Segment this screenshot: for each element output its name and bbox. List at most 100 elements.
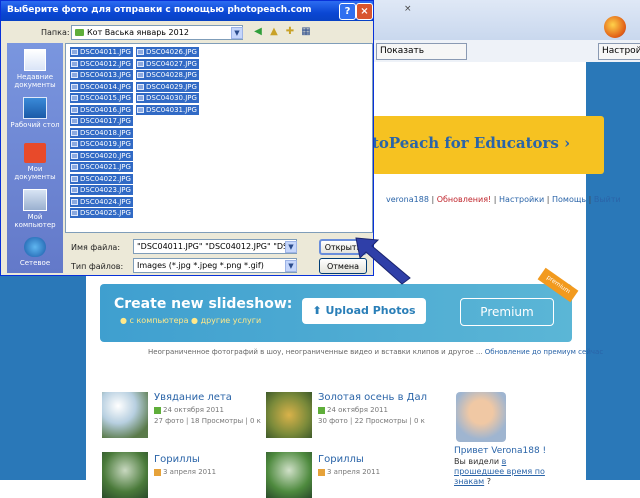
- from-computer-link[interactable]: с компьютера: [130, 316, 189, 325]
- file-item[interactable]: DSC04016.JPG: [70, 104, 133, 115]
- file-name: DSC04027.JPG: [146, 59, 197, 68]
- file-item[interactable]: DSC04011.JPG: [70, 47, 133, 57]
- file-name: DSC04021.JPG: [80, 163, 131, 171]
- bullet-icon: ●: [120, 316, 130, 325]
- file-name: DSC04016.JPG: [80, 105, 131, 114]
- file-list[interactable]: DSC04011.JPG DSC04012.JPG DSC04013.JPG DSC0…: [65, 43, 373, 233]
- album-title[interactable]: Гориллы: [318, 454, 364, 465]
- image-file-icon: [137, 72, 144, 78]
- avatar[interactable]: [456, 392, 506, 442]
- album-thumbnail[interactable]: [266, 392, 312, 438]
- album-thumbnail[interactable]: [266, 452, 312, 498]
- filetype-select[interactable]: Images (*.jpg *.jpeg *.png *.gif): [133, 258, 297, 273]
- upgrade-premium-link[interactable]: Обновление до премиум сейчас: [485, 348, 603, 356]
- album-title[interactable]: Гориллы: [154, 454, 200, 465]
- logout-link[interactable]: Выйти: [594, 195, 621, 204]
- help-button[interactable]: ?: [339, 3, 356, 20]
- image-file-icon: [71, 118, 78, 124]
- image-file-icon: [137, 60, 144, 67]
- back-icon[interactable]: ◀: [251, 25, 265, 39]
- create-slideshow-title: Create new slideshow:: [114, 296, 293, 312]
- close-button[interactable]: ×: [356, 3, 373, 20]
- album-title[interactable]: Увядание лета: [154, 392, 232, 403]
- place-recent[interactable]: Недавние документы: [7, 49, 63, 89]
- file-item[interactable]: DSC04022.JPG: [70, 173, 133, 184]
- place-network[interactable]: Сетевое: [7, 237, 63, 267]
- file-item[interactable]: DSC04015.JPG: [70, 93, 133, 103]
- help-link[interactable]: Помощь: [552, 195, 586, 204]
- image-file-icon: [137, 49, 144, 55]
- file-name: DSC04028.JPG: [146, 71, 197, 79]
- places-bar: Недавние документы Рабочий стол Мои доку…: [7, 43, 63, 273]
- chevron-down-icon[interactable]: ▼: [231, 27, 243, 39]
- place-label: Недавние документы: [14, 73, 56, 89]
- show-original-button[interactable]: Показать оригинал: [376, 43, 467, 71]
- filename-input[interactable]: "DSC04011.JPG" "DSC04012.JPG" "DSC04: [133, 239, 297, 254]
- new-folder-icon[interactable]: ✚: [283, 25, 297, 39]
- album-icon: [318, 468, 325, 476]
- my-computer-icon: [23, 189, 47, 211]
- profile-message: Вы видели в прошедшее время по знакам ?: [454, 457, 558, 487]
- chevron-down-icon[interactable]: ▼: [285, 241, 297, 253]
- place-my-documents[interactable]: Мои документы: [7, 143, 63, 181]
- translate-settings-button[interactable]: Настройки: [598, 43, 640, 60]
- other-services-link[interactable]: другие услуги: [201, 316, 262, 325]
- settings-link[interactable]: Настройки: [499, 195, 544, 204]
- image-file-icon: [71, 72, 78, 78]
- image-file-icon: [71, 60, 78, 67]
- file-name: DSC04015.JPG: [80, 94, 131, 102]
- image-file-icon: [137, 95, 144, 101]
- file-item[interactable]: DSC04023.JPG: [70, 185, 133, 195]
- file-item[interactable]: DSC04029.JPG: [136, 81, 199, 92]
- place-label: Мои документы: [14, 165, 56, 181]
- album-thumbnail[interactable]: [102, 392, 148, 438]
- file-item[interactable]: DSC04027.JPG: [136, 58, 199, 69]
- file-item[interactable]: DSC04021.JPG: [70, 162, 133, 172]
- file-item[interactable]: DSC04020.JPG: [70, 150, 133, 161]
- upload-source-options: ● с компьютера ● другие услуги: [120, 316, 261, 325]
- tab-close-icon[interactable]: ×: [404, 4, 412, 14]
- file-item[interactable]: DSC04019.JPG: [70, 139, 133, 149]
- file-name: DSC04020.JPG: [80, 151, 131, 160]
- album-date-text: 3 апреля 2011: [327, 468, 381, 476]
- file-item[interactable]: DSC04018.JPG: [70, 127, 133, 138]
- file-item[interactable]: DSC04028.JPG: [136, 70, 199, 80]
- chevron-down-icon[interactable]: ▼: [285, 260, 297, 272]
- updates-link[interactable]: Обновления!: [437, 195, 492, 204]
- file-item[interactable]: DSC04013.JPG: [70, 70, 133, 80]
- separator: |: [586, 195, 594, 204]
- file-item[interactable]: DSC04031.JPG: [136, 104, 199, 115]
- file-item[interactable]: DSC04030.JPG: [136, 93, 199, 103]
- profile-greeting[interactable]: Привет Verona188 !: [454, 446, 546, 456]
- file-name: DSC04019.JPG: [80, 140, 131, 148]
- premium-button[interactable]: Premium: [460, 298, 554, 326]
- username-link[interactable]: verona188: [386, 195, 429, 204]
- file-item[interactable]: DSC04024.JPG: [70, 196, 133, 207]
- place-desktop[interactable]: Рабочий стол: [7, 97, 63, 129]
- file-name: DSC04024.JPG: [80, 197, 131, 206]
- pointer-arrow-icon: [355, 237, 411, 285]
- album-date-text: 24 октября 2011: [163, 406, 224, 414]
- file-item[interactable]: DSC04026.JPG: [136, 47, 199, 57]
- look-in-select[interactable]: Кот Васька январь 2012: [71, 25, 243, 40]
- file-item[interactable]: DSC04012.JPG: [70, 58, 133, 69]
- album-icon: [154, 406, 161, 414]
- file-item[interactable]: DSC04014.JPG: [70, 81, 133, 92]
- educators-banner-text[interactable]: toPeach for Educators ›: [372, 134, 570, 152]
- up-folder-icon[interactable]: ▲: [267, 25, 281, 39]
- image-file-icon: [71, 164, 78, 170]
- file-item[interactable]: DSC04017.JPG: [70, 116, 133, 126]
- image-file-icon: [71, 210, 78, 216]
- filename-label: Имя файла:: [71, 243, 121, 252]
- image-file-icon: [71, 49, 78, 55]
- view-menu-icon[interactable]: ▦: [299, 25, 313, 39]
- file-item[interactable]: DSC04025.JPG: [70, 208, 133, 218]
- upload-photos-label: Upload Photos: [325, 304, 416, 317]
- place-my-computer[interactable]: Мой компьютер: [7, 189, 63, 229]
- file-name: DSC04018.JPG: [80, 128, 131, 137]
- place-label: Мой компьютер: [14, 213, 56, 229]
- profile-text-prefix: Вы видели: [454, 457, 500, 466]
- album-thumbnail[interactable]: [102, 452, 148, 498]
- album-title[interactable]: Золотая осень в Дал: [318, 392, 427, 403]
- upload-photos-button[interactable]: ⬆ Upload Photos: [302, 298, 426, 324]
